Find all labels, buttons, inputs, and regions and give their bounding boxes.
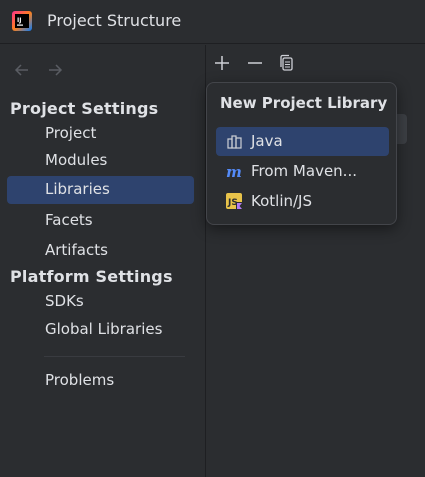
new-project-library-popup: New Project Library Java m From Maven...… [206, 82, 397, 225]
forward-arrow-icon[interactable] [45, 60, 65, 80]
popup-item-kotlin-js[interactable]: JS Kotlin/JS [216, 187, 389, 216]
section-header-project-settings: Project Settings [10, 99, 159, 118]
sidebar-item-modules[interactable]: Modules [7, 147, 194, 175]
plus-icon[interactable] [211, 52, 233, 74]
sidebar-item-artifacts[interactable]: Artifacts [7, 237, 194, 265]
sidebar-item-label: Artifacts [45, 241, 108, 259]
back-arrow-icon[interactable] [12, 60, 32, 80]
sidebar-separator [44, 356, 185, 357]
sidebar-item-label: SDKs [45, 292, 84, 310]
maven-icon: m [226, 163, 242, 181]
svg-text:m: m [226, 163, 242, 181]
title-bar: IJ Project Structure [0, 0, 425, 44]
sidebar-item-facets[interactable]: Facets [7, 207, 194, 235]
sidebar-item-label: Facets [45, 211, 93, 229]
sidebar-item-problems[interactable]: Problems [7, 367, 194, 395]
kotlin-js-icon: JS [226, 193, 243, 210]
popup-item-from-maven[interactable]: m From Maven... [216, 157, 389, 186]
sidebar-item-label: Global Libraries [45, 320, 163, 338]
popup-title: New Project Library [220, 94, 388, 112]
section-header-platform-settings: Platform Settings [10, 267, 173, 286]
popup-item-label: From Maven... [251, 162, 357, 180]
minus-icon[interactable] [244, 52, 266, 74]
sidebar-item-label: Libraries [45, 180, 110, 198]
sidebar-item-project[interactable]: Project [7, 120, 194, 148]
popup-item-label: Kotlin/JS [251, 192, 312, 210]
sidebar-item-sdks[interactable]: SDKs [7, 288, 194, 316]
sidebar-item-libraries[interactable]: Libraries [7, 176, 194, 204]
sidebar-item-label: Modules [45, 151, 108, 169]
window-title: Project Structure [47, 11, 182, 30]
popup-item-java[interactable]: Java [216, 127, 389, 156]
intellij-app-icon: IJ [12, 11, 32, 31]
popup-item-label: Java [251, 132, 283, 150]
sidebar-item-label: Project [45, 124, 97, 142]
copy-icon[interactable] [276, 52, 298, 74]
library-icon [227, 135, 242, 149]
sidebar-item-label: Problems [45, 371, 115, 389]
svg-text:IJ: IJ [17, 17, 21, 24]
sidebar-item-global-libraries[interactable]: Global Libraries [7, 316, 194, 344]
